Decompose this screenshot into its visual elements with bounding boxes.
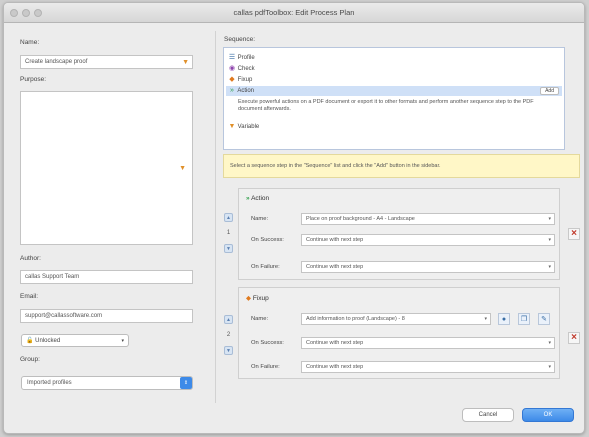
on-success-value: Continue with next step	[306, 237, 364, 243]
step-1-panel: » Action Name: Place on proof background…	[238, 188, 560, 280]
name-dropdown-icon[interactable]: ▼	[182, 56, 189, 69]
profile-icon: ☰	[228, 54, 236, 61]
step-number: 1	[226, 230, 231, 236]
group-chevron-icon: ⇕	[180, 377, 192, 389]
close-window-icon[interactable]	[10, 9, 18, 17]
on-failure-value: Continue with next step	[306, 364, 364, 370]
lock-chevron-icon: ▾	[121, 338, 124, 344]
sequence-item-label: Action	[237, 88, 255, 94]
on-success-label: On Success:	[251, 340, 284, 346]
panel-divider	[215, 31, 216, 403]
step-name-value: Add information to proof (Landscape) - 8	[306, 316, 405, 322]
on-success-select[interactable]: Continue with next step ▾	[301, 234, 555, 246]
sequence-item-check[interactable]: ◉ Check	[228, 64, 255, 74]
step-name-value: Place on proof background - A4 - Landsca…	[306, 216, 415, 222]
sequence-item-label: Variable	[237, 124, 260, 130]
info-icon: ●	[501, 316, 507, 323]
purpose-label: Purpose:	[20, 76, 47, 83]
chevron-down-icon: ▾	[548, 237, 551, 243]
delete-step-2-button[interactable]: ×	[568, 332, 580, 344]
pencil-icon: ✎	[541, 316, 547, 323]
email-label: Email:	[20, 293, 39, 300]
sequence-item-variable[interactable]: ▼ Variable	[228, 122, 260, 132]
lock-icon: 🔓	[26, 338, 34, 344]
lock-popup[interactable]: 🔓 Unlocked ▾	[21, 334, 129, 347]
hint-banner: Select a sequence step in the "Sequence"…	[223, 154, 580, 178]
title-bar: callas pdfToolbox: Edit Process Plan	[4, 3, 584, 23]
sequence-list[interactable]: ☰ Profile ◉ Check ◆ Fixup » Action Add E…	[223, 47, 565, 150]
process-plan-window: callas pdfToolbox: Edit Process Plan Nam…	[3, 2, 585, 434]
name-label: Name:	[20, 39, 40, 46]
ok-button[interactable]: OK	[522, 408, 574, 422]
action-icon: »	[246, 195, 250, 202]
step-1-handle[interactable]: ▲ 1 ▼	[223, 213, 234, 253]
step-name-select[interactable]: Place on proof background - A4 - Landsca…	[301, 213, 555, 225]
on-failure-value: Continue with next step	[306, 264, 364, 270]
delete-icon: ×	[571, 228, 577, 239]
sequence-label: Sequence:	[224, 36, 256, 43]
move-up-icon[interactable]: ▲	[224, 315, 233, 324]
sequence-item-fixup[interactable]: ◆ Fixup	[228, 75, 252, 85]
action-icon: »	[230, 87, 234, 94]
window-controls[interactable]	[10, 9, 42, 17]
add-button[interactable]: Add	[540, 87, 559, 95]
purpose-expand-icon[interactable]: ▼	[179, 162, 186, 175]
move-up-icon[interactable]: ▲	[224, 213, 233, 222]
variable-icon: ▼	[228, 123, 236, 130]
step-number: 2	[226, 332, 231, 338]
step-header: ◆ Fixup	[246, 294, 269, 302]
step-header: » Action	[246, 195, 269, 202]
minimize-window-icon[interactable]	[22, 9, 30, 17]
fixup-icon: ◆	[246, 295, 251, 302]
move-down-icon[interactable]: ▼	[224, 346, 233, 355]
step-2-panel: ◆ Fixup Name: Add information to proof (…	[238, 287, 560, 379]
lock-value: Unlocked	[35, 338, 61, 344]
sequence-item-profile[interactable]: ☰ Profile	[228, 53, 255, 63]
duplicate-icon: ❐	[520, 316, 528, 323]
check-icon: ◉	[228, 65, 236, 72]
name-value: Create landscape proof	[25, 59, 88, 65]
cancel-button[interactable]: Cancel	[462, 408, 514, 422]
step-type: Fixup	[252, 295, 269, 302]
on-failure-select[interactable]: Continue with next step ▾	[301, 361, 555, 373]
delete-icon: ×	[571, 332, 577, 343]
name-input[interactable]: Create landscape proof ▼	[20, 55, 193, 69]
group-value: Imported profiles	[27, 380, 72, 386]
chevron-down-icon: ▾	[548, 264, 551, 270]
author-input[interactable]: callas Support Team	[20, 270, 193, 284]
step-name-label: Name:	[251, 316, 269, 322]
chevron-down-icon: ▾	[548, 340, 551, 346]
sequence-item-label: Check	[237, 66, 255, 72]
step-2-handle[interactable]: ▲ 2 ▼	[223, 315, 234, 355]
on-success-select[interactable]: Continue with next step ▾	[301, 337, 555, 349]
email-input[interactable]: support@callassoftware.com	[20, 309, 193, 323]
group-label: Group:	[20, 356, 40, 363]
chevron-down-icon: ▾	[548, 364, 551, 370]
sequence-item-action[interactable]: » Action Add	[226, 86, 562, 96]
chevron-down-icon: ▾	[548, 216, 551, 222]
author-label: Author:	[20, 255, 41, 262]
sequence-item-label: Fixup	[237, 77, 253, 83]
group-select[interactable]: Imported profiles ⇕	[21, 376, 193, 390]
delete-step-1-button[interactable]: ×	[568, 228, 580, 240]
on-success-value: Continue with next step	[306, 340, 364, 346]
on-failure-label: On Failure:	[251, 364, 280, 370]
move-down-icon[interactable]: ▼	[224, 244, 233, 253]
on-failure-select[interactable]: Continue with next step ▾	[301, 261, 555, 273]
zoom-window-icon[interactable]	[34, 9, 42, 17]
step-name-select[interactable]: Add information to proof (Landscape) - 8…	[301, 313, 491, 325]
sequence-description: Execute powerful actions on a PDF docume…	[238, 99, 534, 112]
purpose-textarea[interactable]: ▼	[20, 91, 193, 245]
edit-button[interactable]: ✎	[538, 313, 550, 325]
on-failure-label: On Failure:	[251, 264, 280, 270]
info-button[interactable]: ●	[498, 313, 510, 325]
step-type: Action	[251, 195, 270, 202]
window-title: callas pdfToolbox: Edit Process Plan	[233, 8, 355, 17]
step-name-label: Name:	[251, 216, 269, 222]
chevron-down-icon: ▾	[484, 316, 487, 322]
duplicate-button[interactable]: ❐	[518, 313, 530, 325]
sequence-item-label: Profile	[237, 55, 255, 61]
on-success-label: On Success:	[251, 237, 284, 243]
fixup-icon: ◆	[229, 76, 235, 83]
